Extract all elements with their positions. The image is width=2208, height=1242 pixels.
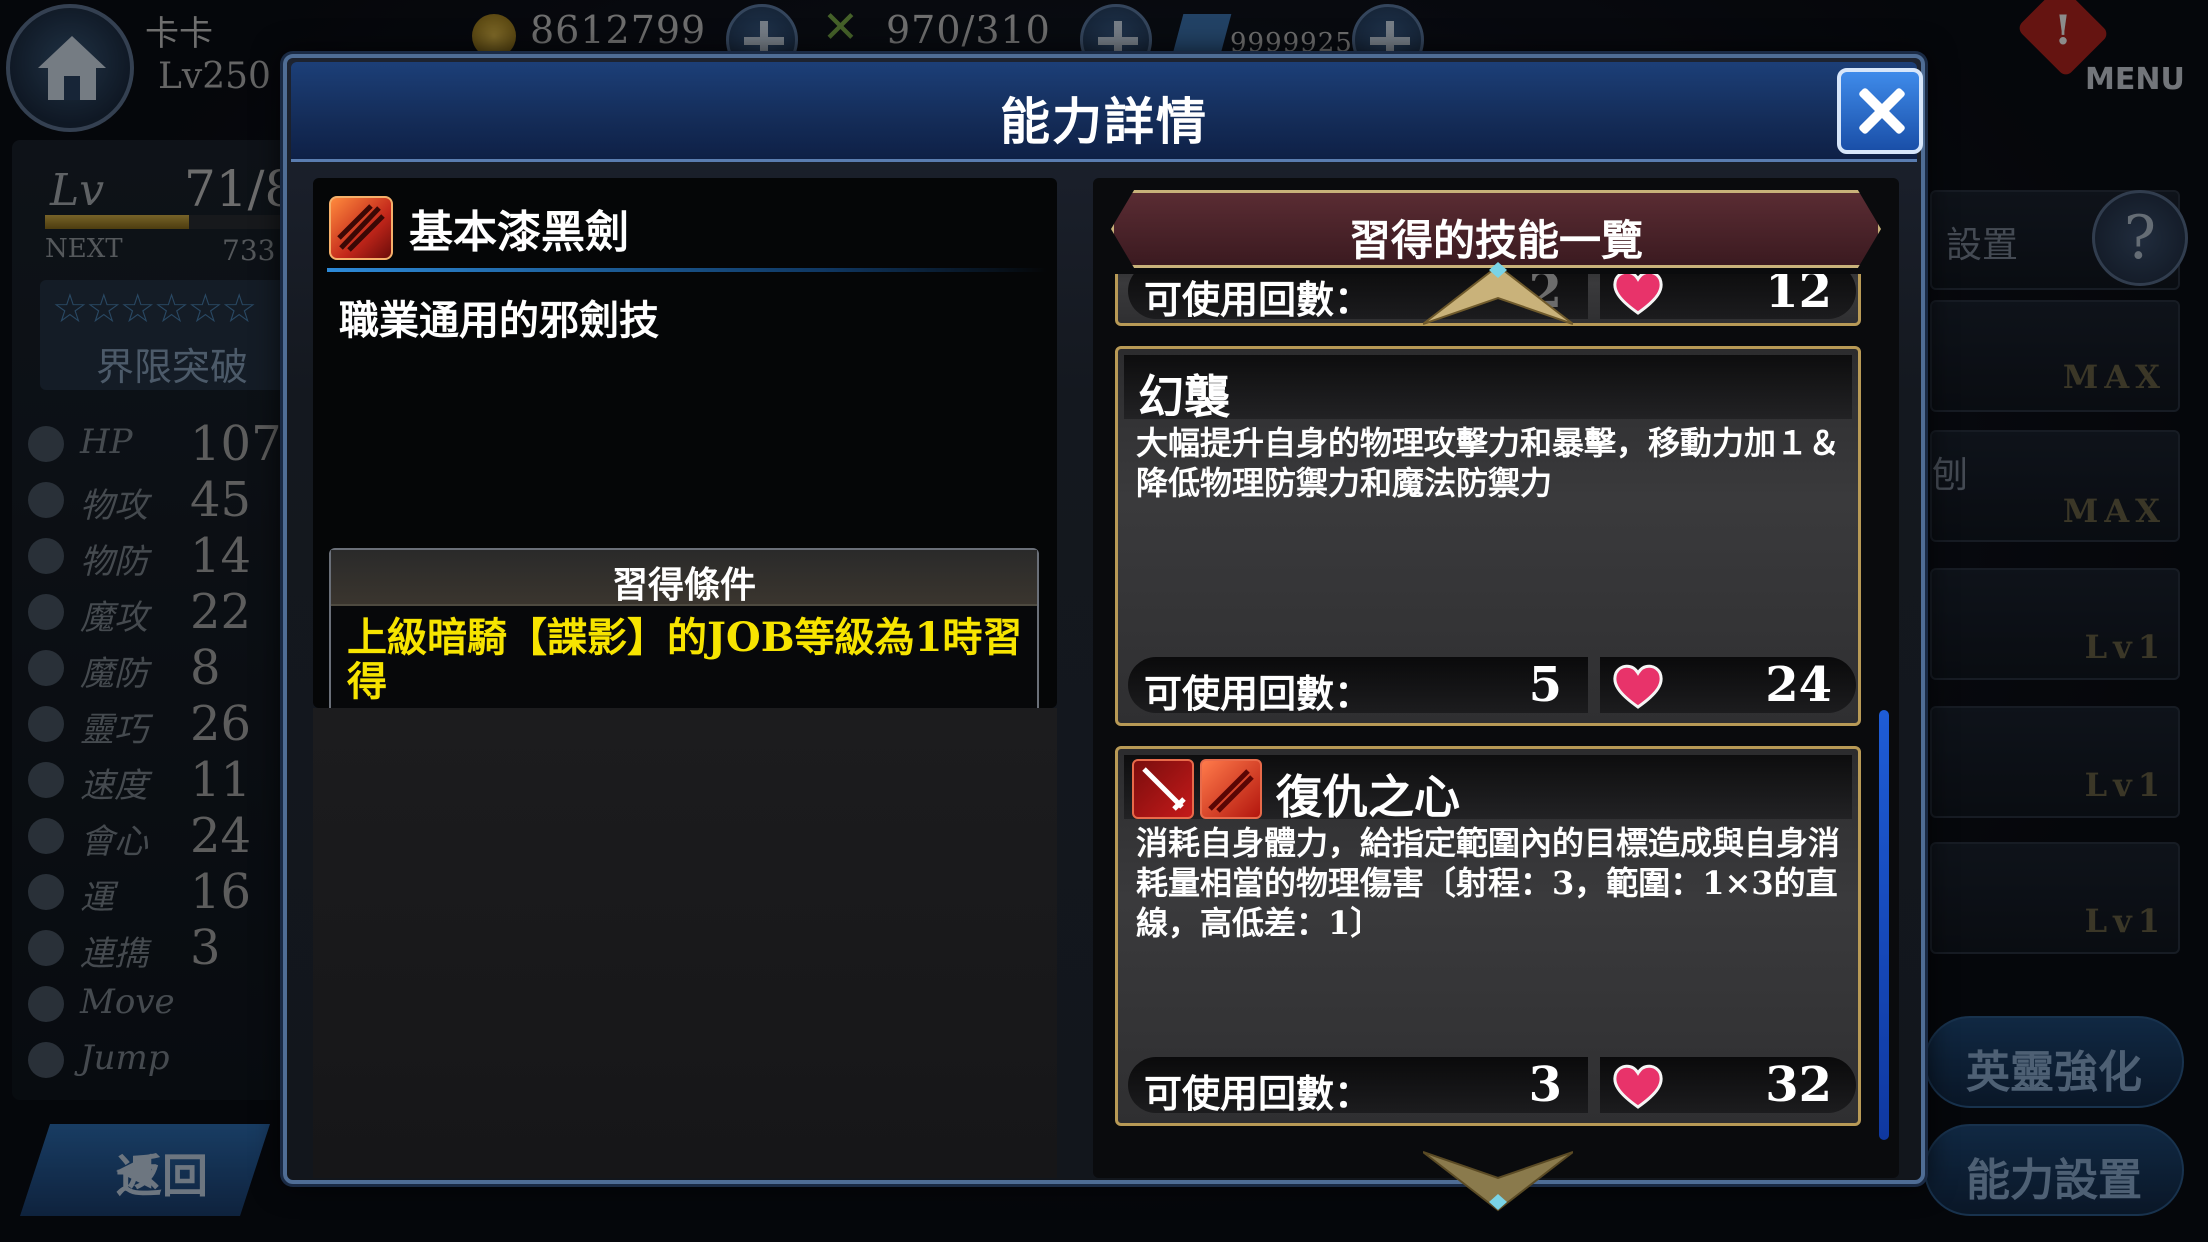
heart-icon (1613, 664, 1663, 709)
skill-card: 復仇之心 消耗自身體力，給指定範圍內的目標造成與自身消耗量相當的物理傷害〔射程：… (1115, 746, 1861, 1126)
skill-list[interactable]: 可使用回數： 2 12 幻襲 大幅提升自身的物理攻擊力和暴擊，移動力加１＆降低物… (1109, 274, 1869, 1168)
uses-value: 5 (1528, 657, 1562, 713)
skill-name: 復仇之心 (1276, 770, 1460, 824)
slash-icon (337, 204, 385, 252)
uses-value: 3 (1528, 1057, 1562, 1113)
heart-icon (1613, 274, 1663, 315)
scrollbar-thumb[interactable] (1879, 710, 1889, 1140)
uses-bar: 可使用回數： 3 (1128, 1057, 1588, 1116)
uses-label: 可使用回數： (1144, 1071, 1373, 1116)
uses-bar: 可使用回數： 5 (1128, 657, 1588, 716)
close-button[interactable] (1837, 68, 1923, 154)
dialog-header: 能力詳情 (291, 62, 1923, 162)
cost-value: 24 (1765, 657, 1832, 713)
condition-title: 習得條件 (611, 564, 756, 606)
cost-value: 12 (1765, 274, 1832, 319)
cost-value: 32 (1765, 1057, 1832, 1113)
skill-name: 幻襲 (1138, 370, 1230, 424)
game-screen: 卡卡 Lv250 8612799 ✕ 970/310 9999925 ! MEN… (0, 0, 2208, 1242)
ability-description: 職業通用的邪劍技 (339, 297, 659, 344)
divider (327, 268, 1047, 272)
skill-list-title: 習得的技能一覽 (1348, 216, 1643, 265)
cost-bar: 12 (1600, 274, 1856, 319)
dialog-title: 能力詳情 (1000, 92, 1208, 151)
skill-title-bar: 復仇之心 (1124, 755, 1852, 824)
ability-detail-dialog: 能力詳情 基本漆黑劍 職業通用的邪劍技 習得條件 上級暗騎【諜影】的JOB等級為… (283, 54, 1925, 1212)
cost-bar: 32 (1600, 1057, 1856, 1113)
uses-label: 可使用回數： (1144, 671, 1373, 716)
condition-header: 習得條件 (331, 550, 1037, 606)
dark-sword-icon (329, 196, 393, 260)
uses-label: 可使用回數： (1144, 277, 1373, 322)
dark-sword-icon (1200, 759, 1262, 819)
heart-icon (1613, 1064, 1663, 1109)
skill-card: 幻襲 大幅提升自身的物理攻擊力和暴擊，移動力加１＆降低物理防禦力和魔法防禦力 可… (1115, 346, 1861, 726)
ability-info-panel: 基本漆黑劍 職業通用的邪劍技 習得條件 上級暗騎【諜影】的JOB等級為1時習得 (313, 178, 1057, 744)
skill-description: 大幅提升自身的物理攻擊力和暴擊，移動力加１＆降低物理防禦力和魔法防禦力 (1136, 424, 1841, 502)
cost-bar: 24 (1600, 657, 1856, 713)
ability-name: 基本漆黑劍 (409, 207, 629, 258)
condition-text: 上級暗騎【諜影】的JOB等級為1時習得 (347, 614, 1023, 705)
scroll-down-indicator[interactable] (1423, 1150, 1573, 1214)
skill-list-header: 習得的技能一覽 (1111, 190, 1881, 268)
skill-list-panel: 習得的技能一覽 可使用回數： 2 12 幻襲 大幅提升自身的物理攻擊力和暴擊，移… (1093, 178, 1899, 1212)
empty-area (313, 708, 1057, 1178)
scroll-up-indicator[interactable] (1423, 262, 1573, 326)
weapon-type-icon (1132, 759, 1194, 819)
skill-description: 消耗自身體力，給指定範圍內的目標造成與自身消耗量相當的物理傷害〔射程：3，範圍：… (1136, 824, 1841, 942)
skill-title-bar: 幻襲 (1124, 355, 1852, 424)
